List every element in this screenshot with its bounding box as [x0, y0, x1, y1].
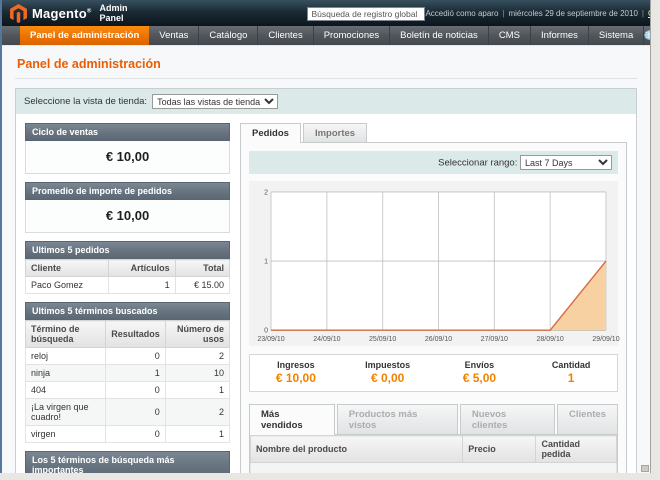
nav-item[interactable]: Sistema	[589, 26, 644, 45]
nav-item[interactable]: Ventas	[149, 26, 199, 45]
top-header-bar: Magento® Admin Panel Accedió como aparo …	[2, 0, 650, 26]
nav-item[interactable]: Catálogo	[199, 26, 258, 45]
total-stat: Cantidad 1	[525, 360, 617, 385]
total-stat: Envíos € 5,00	[434, 360, 526, 385]
main-navigation: Panel de administración Ventas Catálogo …	[2, 26, 650, 46]
svg-text:26/09/10: 26/09/10	[425, 336, 452, 343]
widget-title: Ultimos 5 términos buscados	[25, 302, 230, 320]
help-link[interactable]: Obtener ayuda para esta página	[644, 26, 651, 45]
store-view-label: Seleccione la vista de tienda:	[24, 96, 147, 107]
logged-in-as: Accedió como aparo	[425, 9, 498, 18]
svg-text:2: 2	[264, 189, 268, 196]
resize-handle[interactable]	[641, 465, 649, 472]
magento-logo-icon	[10, 4, 27, 23]
diagram-tab[interactable]: Pedidos	[240, 123, 301, 143]
page-title: Panel de administración	[15, 55, 637, 79]
store-view-select[interactable]: Todas las vistas de tienda	[152, 94, 278, 109]
average-orders-value: € 10,00	[25, 200, 230, 233]
svg-text:25/09/10: 25/09/10	[369, 336, 396, 343]
svg-text:0: 0	[264, 328, 268, 335]
session-info: Accedió como aparo | miércoles 29 de sep…	[425, 9, 651, 18]
lifetime-sales-value: € 10,00	[25, 141, 230, 174]
empty-message-row: No se encontraron registros.	[251, 463, 617, 474]
orders-chart: 0 1 2 23/09/10 24/09/10 25/09/10 26/09/10 27/09…	[249, 181, 618, 346]
orders-tab-panel: Seleccionar rango: Last 7 Days 0 1 2 23/09/…	[240, 142, 627, 473]
last-search-terms-table: Término de búsqueda Resultados Número de…	[25, 320, 230, 443]
table-row[interactable]: ninja 1 10	[26, 365, 230, 382]
grid-tab[interactable]: Clientes	[557, 404, 618, 434]
top-search-terms-widget: Los 5 términos de búsqueda más important…	[25, 451, 230, 473]
grids-tabs: Más vendidos Productos más vistos Nuevos…	[249, 404, 618, 434]
orders-area-chart: 0 1 2 23/09/10 24/09/10 25/09/10 26/09/10 27/09…	[255, 187, 612, 345]
svg-text:1: 1	[264, 259, 268, 266]
total-stat: Impuestos € 0,00	[342, 360, 434, 385]
table-row[interactable]: virgen 0 1	[26, 426, 230, 443]
magento-logo: Magento® Admin Panel	[10, 3, 127, 23]
svg-text:23/09/10: 23/09/10	[257, 336, 284, 343]
svg-text:27/09/10: 27/09/10	[481, 336, 508, 343]
widget-title: Los 5 términos de búsqueda más important…	[25, 451, 230, 473]
page-content: Panel de administración Seleccione la vi…	[2, 46, 650, 473]
globe-icon	[644, 30, 651, 42]
logo-title: Magento®	[32, 6, 91, 21]
widget-title: Ultimos 5 pedidos	[25, 241, 230, 259]
svg-text:24/09/10: 24/09/10	[313, 336, 340, 343]
nav-item[interactable]: Panel de administración	[20, 26, 149, 45]
browser-window: Magento® Admin Panel Accedió como aparo …	[0, 0, 651, 473]
dashboard-left-column: Ciclo de ventas € 10,00 Promedio de impo…	[25, 123, 230, 473]
average-orders-widget: Promedio de importe de pedidos € 10,00	[25, 182, 230, 233]
grid-tab[interactable]: Nuevos clientes	[460, 404, 555, 434]
last-orders-widget: Ultimos 5 pedidos Cliente Artículos Tota…	[25, 241, 230, 294]
store-view-bar: Seleccione la vista de tienda: Todas las…	[16, 89, 636, 114]
last-search-terms-widget: Ultimos 5 términos buscados Término de b…	[25, 302, 230, 443]
table-row[interactable]: ¡La virgen que cuadro! 0 2	[26, 399, 230, 426]
total-stat: Ingresos € 10,00	[250, 360, 342, 385]
widget-title: Ciclo de ventas	[25, 123, 230, 141]
grid-tab[interactable]: Productos más vistos	[337, 404, 458, 434]
range-select[interactable]: Last 7 Days	[520, 155, 612, 170]
totals-row: Ingresos € 10,00 Impuestos € 0,00	[249, 354, 618, 392]
table-row[interactable]: reloj 0 2	[26, 348, 230, 365]
logout-link[interactable]: Cerrar Sesión	[648, 9, 651, 18]
lifetime-sales-widget: Ciclo de ventas € 10,00	[25, 123, 230, 174]
nav-item[interactable]: Informes	[531, 26, 589, 45]
nav-item[interactable]: Boletín de noticias	[390, 26, 489, 45]
bestsellers-table: Nombre del producto Precio Cantidad pedi…	[250, 435, 617, 473]
diagram-tabs: Pedidos Importes	[240, 123, 627, 142]
logo-trademark: ®	[87, 8, 92, 14]
last-orders-table: Cliente Artículos Total Paco Gomez 1	[25, 259, 230, 294]
range-bar: Seleccionar rango: Last 7 Days	[249, 151, 618, 174]
svg-text:29/09/10: 29/09/10	[592, 336, 619, 343]
global-search-input[interactable]	[307, 7, 425, 21]
bestsellers-panel: Nombre del producto Precio Cantidad pedi…	[249, 434, 618, 473]
logo-subtitle: Admin Panel	[99, 3, 127, 23]
range-label: Seleccionar rango:	[438, 158, 517, 169]
nav-items: Panel de administración Ventas Catálogo …	[20, 26, 644, 45]
grid-tab[interactable]: Más vendidos	[249, 404, 335, 435]
svg-text:28/09/10: 28/09/10	[537, 336, 564, 343]
nav-item[interactable]: Promociones	[314, 26, 390, 45]
diagram-tab[interactable]: Importes	[303, 123, 367, 142]
table-row[interactable]: Paco Gomez 1 € 15.00	[26, 277, 230, 294]
empty-message: No se encontraron registros.	[251, 463, 617, 474]
global-search	[307, 4, 425, 22]
dashboard-right-column: Pedidos Importes Seleccionar rango: Last…	[240, 123, 627, 473]
current-date: miércoles 29 de septiembre de 2010	[508, 9, 637, 18]
table-row[interactable]: 404 0 1	[26, 382, 230, 399]
nav-item[interactable]: CMS	[489, 26, 531, 45]
dashboard-box: Seleccione la vista de tienda: Todas las…	[15, 88, 637, 473]
widget-title: Promedio de importe de pedidos	[25, 182, 230, 200]
nav-item[interactable]: Clientes	[258, 26, 313, 45]
